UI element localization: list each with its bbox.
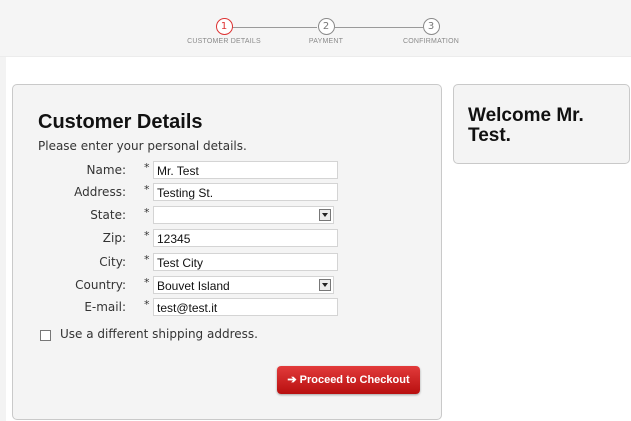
zip-row: Zip: * 12345 [13,229,441,249]
panel-subtitle: Please enter your personal details. [38,139,247,153]
address-label: Address: [74,185,126,199]
email-label: E-mail: [84,300,126,314]
name-label: Name: [86,163,126,177]
zip-field[interactable]: 12345 [153,229,338,247]
city-field[interactable]: Test City [153,253,338,271]
required-mark: * [144,229,150,242]
left-margin-strip [0,57,6,421]
step-number: 1 [215,18,233,35]
chevron-down-icon[interactable] [319,279,331,291]
city-label: City: [99,255,126,269]
country-label: Country: [75,278,126,292]
welcome-panel: Welcome Mr. Test. [453,84,630,164]
country-row: Country: * Bouvet Island [13,276,441,296]
required-mark: * [144,183,150,196]
customer-details-panel: Customer Details Please enter your perso… [12,84,442,420]
city-row: City: * Test City [13,253,441,273]
country-value: Bouvet Island [157,279,230,293]
step-label: PAYMENT [308,38,344,45]
step-number: 2 [317,18,335,35]
name-row: Name: * Mr. Test [13,161,441,181]
country-select[interactable]: Bouvet Island [153,276,334,294]
step-confirmation: 3 CONFIRMATION [371,0,491,45]
required-mark: * [144,276,150,289]
state-select[interactable] [153,206,334,224]
state-row: State: * [13,206,441,226]
email-row: E-mail: * test@test.it [13,298,441,318]
chevron-down-icon[interactable] [319,209,331,221]
required-mark: * [144,298,150,311]
step-number: 3 [422,18,440,35]
shipping-address-label[interactable]: Use a different shipping address. [60,327,258,341]
address-row: Address: * Testing St. [13,183,441,203]
state-label: State: [90,208,126,222]
welcome-message: Welcome Mr. Test. [468,105,584,146]
step-label: CONFIRMATION [403,38,459,45]
panel-title: Customer Details [38,111,203,133]
required-mark: * [144,161,150,174]
progress-bar: 1 CUSTOMER DETAILS 2 PAYMENT 3 CONFIRMAT… [0,0,631,57]
zip-label: Zip: [102,231,126,245]
address-field[interactable]: Testing St. [153,183,338,201]
email-field[interactable]: test@test.it [153,298,338,316]
step-payment: 2 PAYMENT [266,0,386,45]
shipping-address-checkbox[interactable] [40,330,51,341]
required-mark: * [144,206,150,219]
required-mark: * [144,253,150,266]
proceed-to-checkout-button[interactable]: ➔ Proceed to Checkout [277,366,420,394]
name-field[interactable]: Mr. Test [153,161,338,179]
